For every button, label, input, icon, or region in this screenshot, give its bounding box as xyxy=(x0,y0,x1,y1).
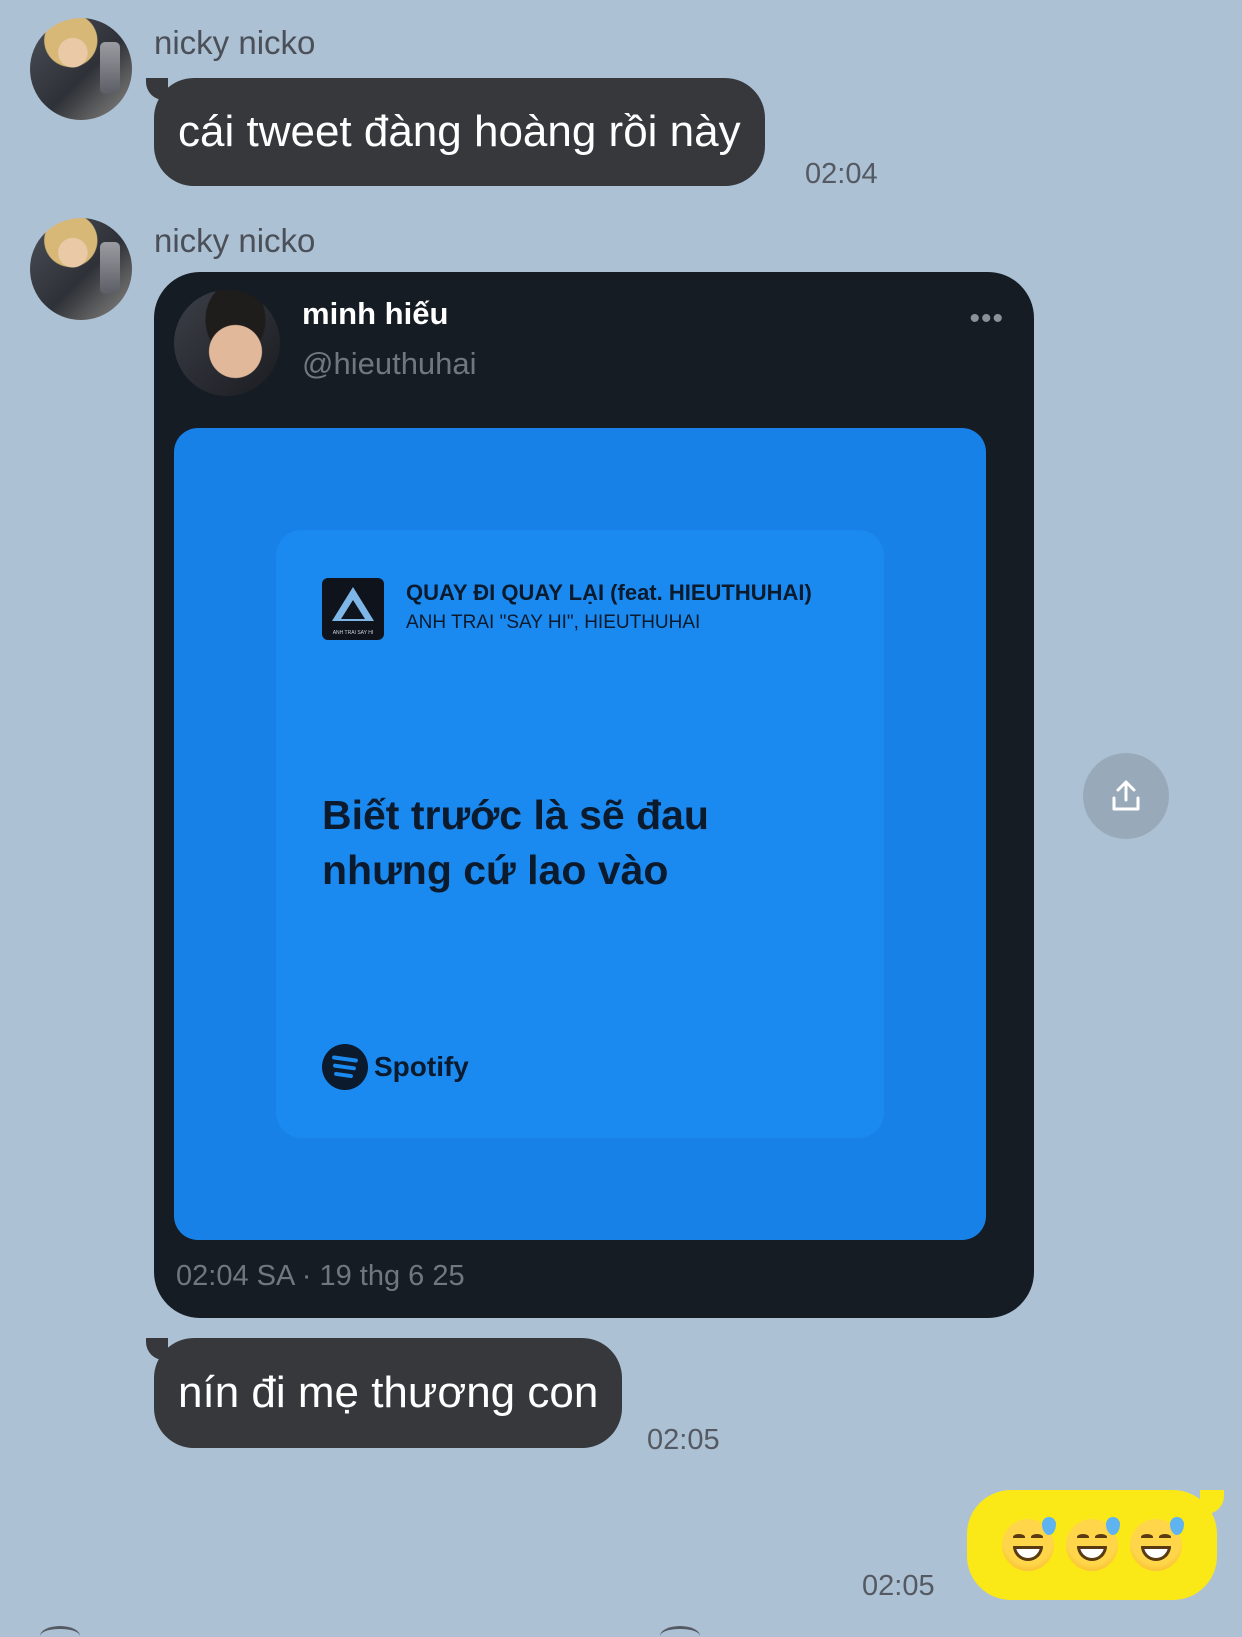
spotify-wordmark: Spotify xyxy=(374,1051,469,1082)
tweet-author-handle: @hieuthuhai xyxy=(302,346,477,381)
spotify-logo: Spotify xyxy=(322,1044,469,1090)
tweet-timestamp: 02:04 SA · 19 thg 6 25 xyxy=(176,1260,465,1292)
sender-name: nicky nicko xyxy=(154,24,316,61)
more-options-icon[interactable]: ••• xyxy=(969,302,1004,336)
outgoing-message-time: 02:05 xyxy=(862,1570,935,1602)
grinning-sweat-emoji xyxy=(1002,1517,1056,1571)
message-bubble[interactable]: nín đi mẹ thương con xyxy=(154,1338,623,1448)
tweet-author-avatar xyxy=(174,290,280,396)
album-cover-caption: ANH TRAI SAY HI xyxy=(332,630,374,636)
song-artist: ANH TRAI "SAY HI", HIEUTHUHAI xyxy=(406,612,701,633)
sender-avatar[interactable] xyxy=(30,218,132,320)
grinning-sweat-emoji xyxy=(1130,1517,1184,1571)
tweet-author-name: minh hiếu xyxy=(302,296,449,331)
chat-screen: nicky nicko cái tweet đàng hoàng rồi này… xyxy=(0,0,1242,1637)
message-bubble[interactable]: cái tweet đàng hoàng rồi này xyxy=(154,78,765,186)
song-title: QUAY ĐI QUAY LẠI (feat. HIEUTHUHAI) xyxy=(406,580,812,605)
message-text: nín đi mẹ thương con xyxy=(178,1368,599,1417)
grinning-sweat-emoji xyxy=(1066,1517,1120,1571)
outgoing-message-bubble[interactable] xyxy=(967,1490,1217,1600)
message-text: cái tweet đàng hoàng rồi này xyxy=(178,107,741,156)
next-avatar-edge xyxy=(660,1626,700,1637)
sender-name: nicky nicko xyxy=(154,222,316,259)
album-cover: ANH TRAI SAY HI xyxy=(322,578,384,640)
sender-avatar[interactable] xyxy=(30,18,132,120)
share-icon xyxy=(1112,780,1140,811)
lyric-text: Biết trước là sẽ đau nhưng cứ lao vào xyxy=(322,792,709,893)
next-avatar-edge xyxy=(40,1626,80,1637)
spotify-lyric-card: ANH TRAI SAY HI QUAY ĐI QUAY LẠI (feat. … xyxy=(276,530,884,1138)
message-time: 02:05 xyxy=(647,1424,720,1456)
message-time: 02:04 xyxy=(805,158,878,190)
tweet-media[interactable]: ANH TRAI SAY HI QUAY ĐI QUAY LẠI (feat. … xyxy=(174,428,986,1240)
tweet-card[interactable]: minh hiếu @hieuthuhai ••• ANH TRAI SAY H… xyxy=(154,272,1034,1318)
spotify-icon xyxy=(322,1044,368,1090)
share-button[interactable] xyxy=(1083,753,1169,839)
